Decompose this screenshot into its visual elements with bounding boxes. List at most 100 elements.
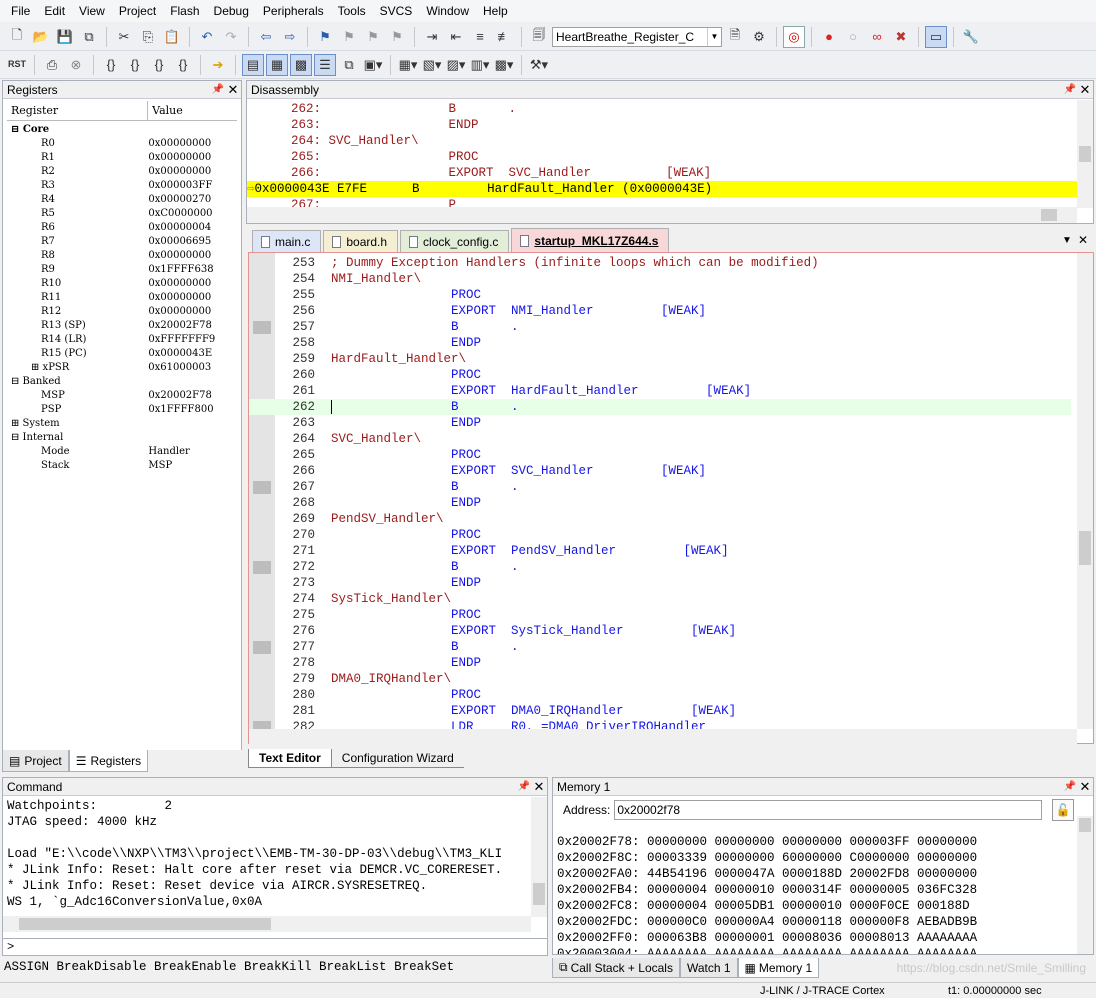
nav-forward-icon[interactable]: ⇨ — [279, 26, 301, 48]
register-value[interactable]: 0x00000000 — [148, 249, 237, 263]
code-line[interactable]: 271 EXPORT PendSV_Handler [WEAK] — [249, 543, 1071, 559]
register-row[interactable]: ⊞ System — [7, 417, 237, 431]
bookmark-clear-icon[interactable]: ⚑ — [386, 26, 408, 48]
pin-icon[interactable]: 📌 — [211, 84, 225, 95]
menu-item-view[interactable]: View — [72, 0, 112, 22]
menu-item-tools[interactable]: Tools — [331, 0, 373, 22]
disassembly-line[interactable]: 263: ENDP — [247, 117, 1077, 133]
code-line[interactable]: 280 PROC — [249, 687, 1071, 703]
menu-item-peripherals[interactable]: Peripherals — [256, 0, 331, 22]
register-value[interactable]: 0xFFFFFFF9 — [148, 333, 237, 347]
copy-icon[interactable]: ⎘ — [137, 26, 159, 48]
register-row[interactable]: R8 0x00000000 — [7, 249, 237, 263]
menu-item-flash[interactable]: Flash — [163, 0, 206, 22]
tab-project[interactable]: ▤ Project — [2, 750, 69, 772]
find-in-files-icon[interactable]: 🗐 — [528, 26, 550, 48]
memory-dump[interactable]: 0x20002F78: 00000000 00000000 00000000 0… — [553, 834, 1075, 954]
disassembly-line[interactable]: ⇨0x0000043E E7FE B HardFault_Handler (0x… — [247, 181, 1077, 197]
register-row[interactable]: R2 0x00000000 — [7, 165, 237, 179]
code-line[interactable]: 262 B . — [249, 399, 1071, 415]
register-value[interactable]: 0x00000000 — [148, 151, 237, 165]
code-line[interactable]: 270 PROC — [249, 527, 1071, 543]
register-value[interactable]: 0xC0000000 — [148, 207, 237, 221]
target-select[interactable]: HeartBreathe_Register_C ▼ — [552, 26, 722, 47]
close-icon[interactable]: ✕ — [1078, 233, 1088, 247]
close-icon[interactable]: ✕ — [1077, 779, 1093, 795]
save-icon[interactable]: 💾 — [54, 26, 76, 48]
code-line[interactable]: 253 ; Dummy Exception Handlers (infinite … — [249, 255, 1071, 271]
menu-item-edit[interactable]: Edit — [37, 0, 72, 22]
unindent-icon[interactable]: ⇤ — [445, 26, 467, 48]
close-icon[interactable]: ✕ — [1077, 82, 1093, 98]
register-value[interactable]: 0x00006695 — [148, 235, 237, 249]
register-row[interactable]: R0 0x00000000 — [7, 137, 237, 151]
tab-text-editor[interactable]: Text Editor — [248, 749, 332, 768]
memory-row[interactable]: 0x20002FA0: 44B54196 0000047A 0000188D 2… — [553, 866, 1075, 882]
manage-components-icon[interactable]: ⚙ — [748, 26, 770, 48]
code-line[interactable]: 272 B . — [249, 559, 1071, 575]
col-register[interactable]: Register — [7, 101, 149, 120]
code-line[interactable]: 278 ENDP — [249, 655, 1071, 671]
memory-row[interactable]: 0x20002F8C: 00003339 00000000 60000000 C… — [553, 850, 1075, 866]
nav-back-icon[interactable]: ⇦ — [255, 26, 277, 48]
memory-row[interactable]: 0x20002FB4: 00000004 00000010 0000314F 0… — [553, 882, 1075, 898]
code-line[interactable]: 269 PendSV_Handler\ — [249, 511, 1071, 527]
register-row[interactable]: MSP 0x20002F78 — [7, 389, 237, 403]
run-icon[interactable]: ⎙ — [41, 54, 63, 76]
breakpoint-disable-all-icon[interactable]: ∞ — [866, 26, 888, 48]
comment-icon[interactable]: ≡ — [469, 26, 491, 48]
window-layout-icon[interactable]: ▭ — [925, 25, 947, 48]
register-row[interactable]: ⊟ Internal — [7, 431, 237, 445]
disassembly-line[interactable]: 265: PROC — [247, 149, 1077, 165]
code-line[interactable]: 266 EXPORT SVC_Handler [WEAK] — [249, 463, 1071, 479]
register-row[interactable]: Stack MSP — [7, 459, 237, 473]
code-line[interactable]: 275 PROC — [249, 607, 1071, 623]
code-line[interactable]: 276 EXPORT SysTick_Handler [WEAK] — [249, 623, 1071, 639]
save-all-icon[interactable]: ⧉ — [78, 26, 100, 48]
trace-windows-icon[interactable]: ▥▾ — [469, 54, 491, 76]
tab-watch1[interactable]: Watch 1 — [679, 958, 738, 978]
editor-tab-main-c[interactable]: main.c — [252, 230, 322, 252]
disassembly-line[interactable]: 266: EXPORT SVC_Handler [WEAK] — [247, 165, 1077, 181]
code-line[interactable]: 261 EXPORT HardFault_Handler [WEAK] — [249, 383, 1071, 399]
code-line[interactable]: 279 DMA0_IRQHandler\ — [249, 671, 1071, 687]
disassembly-vscroll[interactable] — [1077, 100, 1093, 208]
bookmark-prev-icon[interactable]: ⚑ — [338, 26, 360, 48]
menu-item-svcs[interactable]: SVCS — [373, 0, 420, 22]
pin-icon[interactable]: 📌 — [1063, 781, 1077, 792]
code-line[interactable]: 258 ENDP — [249, 335, 1071, 351]
menu-item-project[interactable]: Project — [112, 0, 163, 22]
code-line[interactable]: 264 SVC_Handler\ — [249, 431, 1071, 447]
register-value[interactable]: 0x20002F78 — [148, 389, 237, 403]
register-row[interactable]: R12 0x00000000 — [7, 305, 237, 319]
step-out-icon[interactable]: {} — [148, 54, 170, 76]
code-editor[interactable]: ▶▶ 253; Dummy Exception Handlers (infini… — [248, 252, 1094, 745]
register-row[interactable]: R4 0x00000270 — [7, 193, 237, 207]
register-row[interactable]: R13 (SP) 0x20002F78 — [7, 319, 237, 333]
breakpoint-kill-all-icon[interactable]: ✖ — [890, 26, 912, 48]
toolbox-icon[interactable]: ⚒▾ — [528, 54, 550, 76]
code-line[interactable]: 263 ENDP — [249, 415, 1071, 431]
code-line[interactable]: 256 EXPORT NMI_Handler [WEAK] — [249, 303, 1071, 319]
register-row[interactable]: R5 0xC0000000 — [7, 207, 237, 221]
command-output[interactable]: Watchpoints: 2 JTAG speed: 4000 kHz Load "… — [3, 798, 531, 916]
register-row[interactable]: R10 0x00000000 — [7, 277, 237, 291]
register-row[interactable]: ⊟ Banked — [7, 375, 237, 389]
command-hscroll[interactable] — [3, 916, 531, 932]
register-value[interactable]: 0x0000043E — [148, 347, 237, 361]
editor-tab-startup-mkl17z644-s[interactable]: startup_MKL17Z644.s — [511, 228, 670, 252]
code-line[interactable]: 267 B . — [249, 479, 1071, 495]
editor-vscroll[interactable] — [1077, 253, 1093, 729]
disassembly-line[interactable]: 262: B . — [247, 101, 1077, 117]
register-value[interactable]: 0x61000003 — [148, 361, 237, 375]
bookmark-next-icon[interactable]: ⚑ — [362, 26, 384, 48]
command-window-icon[interactable]: ▤ — [242, 53, 264, 76]
pin-icon[interactable]: 📌 — [517, 781, 531, 792]
undo-icon[interactable]: ↶ — [196, 26, 218, 48]
disassembly-line[interactable]: 267: P — [247, 197, 1077, 207]
stop-icon[interactable]: ⊗ — [65, 54, 87, 76]
target-options-icon[interactable]: 🗎 — [724, 26, 746, 48]
register-row[interactable]: R9 0x1FFFF638 — [7, 263, 237, 277]
new-file-icon[interactable]: 🗋 — [6, 26, 28, 48]
register-value[interactable]: 0x20002F78 — [148, 319, 237, 333]
